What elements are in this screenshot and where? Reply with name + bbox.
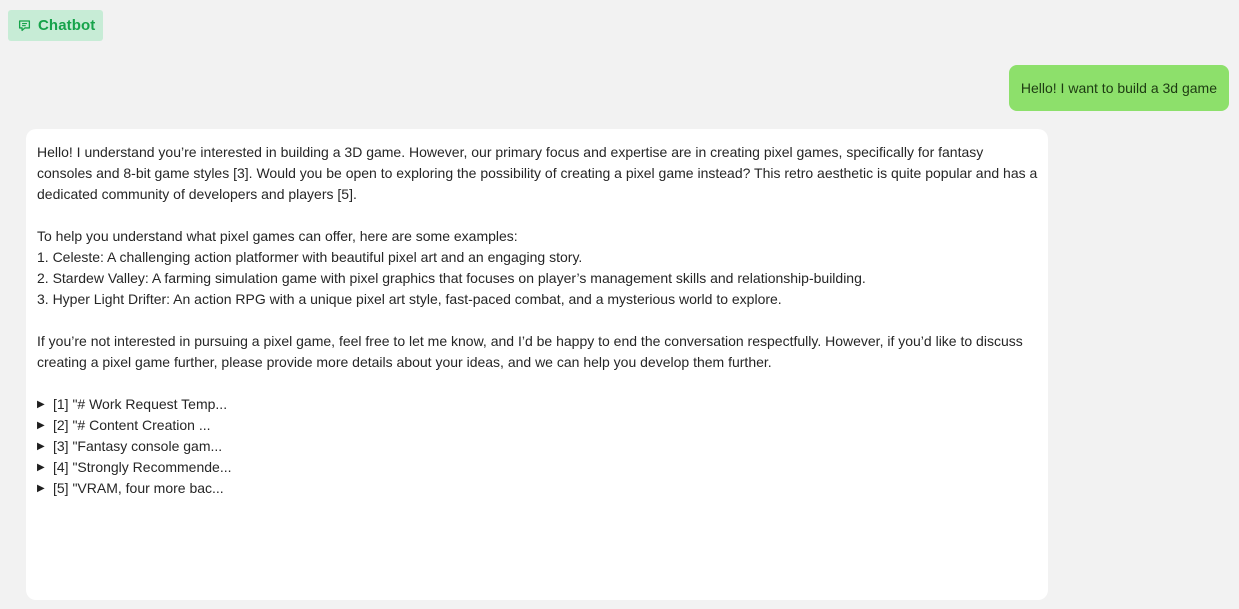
chatbot-label-chip: Chatbot — [8, 10, 104, 41]
user-message-bubble: Hello! I want to build a 3d game — [1008, 65, 1229, 111]
reference-label: [4] "Strongly Recommende... — [53, 459, 232, 475]
bot-example-item: 2. Stardew Valley: A farming simulation … — [37, 270, 866, 286]
reference-label: [5] "VRAM, four more bac... — [53, 480, 224, 496]
bot-paragraph-closing: If you’re not interested in pursuing a p… — [37, 333, 1023, 370]
bot-message-bubble: Hello! I understand you’re interested in… — [26, 129, 1048, 600]
chat-app: Chatbot Hello! I want to build a 3d game… — [0, 0, 1239, 609]
chatbot-label: Chatbot — [38, 17, 96, 34]
expand-arrow-icon: ▶ — [37, 462, 45, 473]
bot-examples-intro: To help you understand what pixel games … — [37, 228, 518, 244]
reference-item-2[interactable]: ▶ [2] "# Content Creation ... — [37, 415, 1038, 436]
reference-item-3[interactable]: ▶ [3] "Fantasy console gam... — [37, 436, 1038, 457]
bot-paragraph-intro: Hello! I understand you’re interested in… — [37, 144, 1038, 202]
reference-item-1[interactable]: ▶ [1] "# Work Request Temp... — [37, 394, 1038, 415]
reference-item-4[interactable]: ▶ [4] "Strongly Recommende... — [37, 457, 1038, 478]
chat-icon — [18, 20, 31, 32]
bot-example-item: 1. Celeste: A challenging action platfor… — [37, 249, 583, 265]
reference-label: [2] "# Content Creation ... — [53, 417, 211, 433]
reference-label: [1] "# Work Request Temp... — [53, 396, 228, 412]
expand-arrow-icon: ▶ — [37, 420, 45, 431]
bot-example-item: 3. Hyper Light Drifter: An action RPG wi… — [37, 291, 782, 307]
expand-arrow-icon: ▶ — [37, 483, 45, 494]
expand-arrow-icon: ▶ — [37, 399, 45, 410]
reference-label: [3] "Fantasy console gam... — [53, 438, 223, 454]
user-message-text: Hello! I want to build a 3d game — [1020, 80, 1217, 96]
reference-item-5[interactable]: ▶ [5] "VRAM, four more bac... — [37, 478, 1038, 499]
expand-arrow-icon: ▶ — [37, 441, 45, 452]
